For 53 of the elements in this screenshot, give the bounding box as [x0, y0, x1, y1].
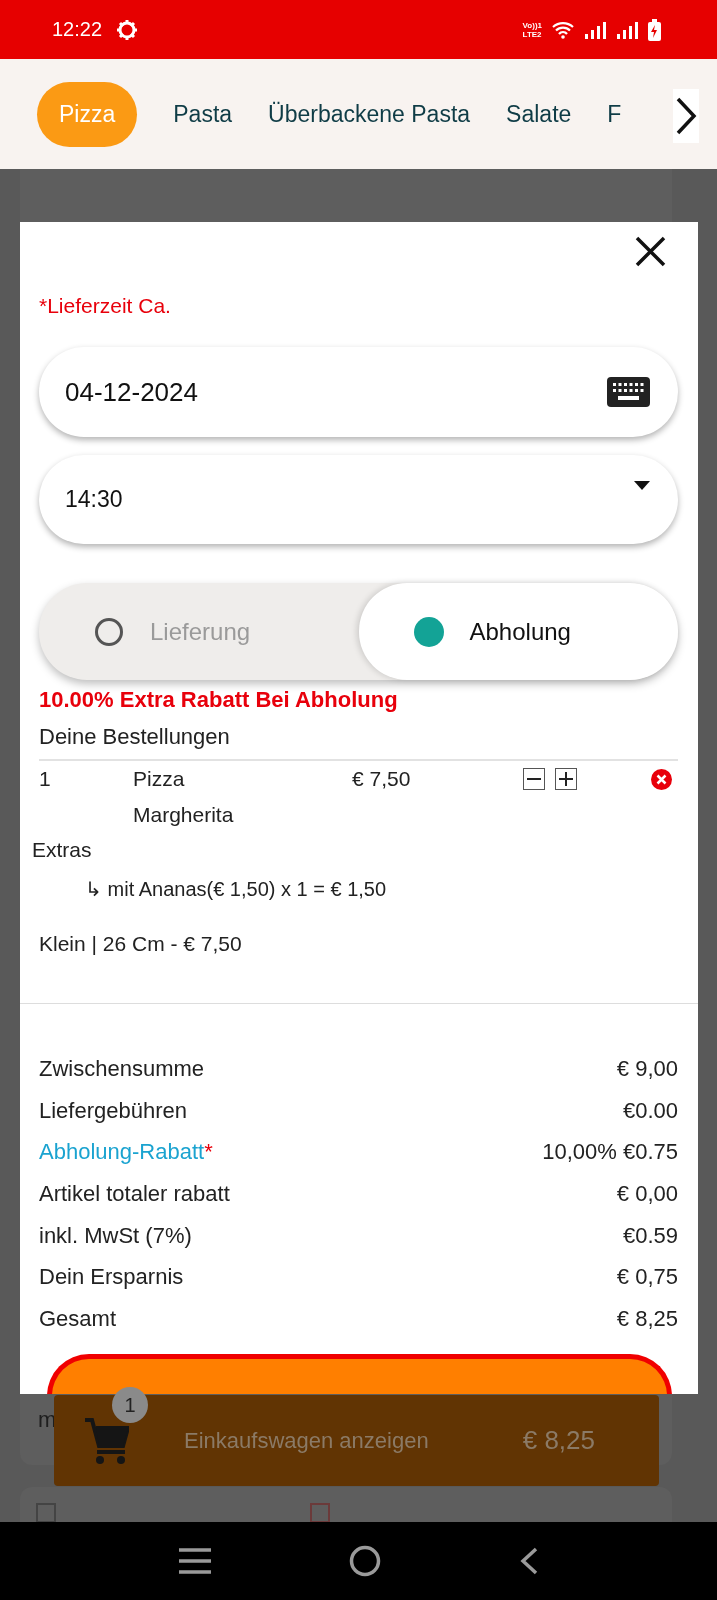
- close-icon[interactable]: [634, 235, 667, 268]
- total-value: € 0,00: [616, 1180, 678, 1207]
- item-name: Pizza Margherita: [133, 766, 235, 828]
- keyboard-icon[interactable]: [607, 377, 650, 407]
- plus-icon: [559, 772, 573, 786]
- quantity-text: 1: [39, 766, 52, 792]
- delivery-time-label: *Lieferzeit Ca.: [39, 293, 172, 319]
- asterisk: *: [204, 1139, 213, 1165]
- total-value: €0.59: [622, 1222, 678, 1249]
- date-field[interactable]: 04-12-2024: [39, 347, 678, 437]
- battery-charging-icon: [648, 18, 661, 41]
- category-tab[interactable]: Überbackene Pasta: [268, 81, 507, 147]
- order-type-option[interactable]: Abholung: [358, 583, 678, 680]
- total-label: Liefergebühren: [39, 1097, 187, 1124]
- total-label: Artikel totaler rabatt: [39, 1180, 230, 1207]
- minus-icon: [527, 778, 541, 780]
- extra-line: ↳ mit Ananas(€ 1,50) x 1 = € 1,50: [85, 877, 388, 902]
- volte-label: Vo))1 LTE2: [522, 20, 542, 39]
- category-tab[interactable]: F: [607, 81, 658, 147]
- status-time: 12:22: [52, 18, 103, 41]
- menu-icon[interactable]: [179, 1548, 212, 1574]
- total-value: € 8,25: [616, 1305, 678, 1332]
- total-label: inkl. MwSt (7%): [39, 1222, 192, 1249]
- total-label: Dein Ersparnis: [39, 1264, 184, 1291]
- total-value: 10,00% €0.75: [542, 1139, 678, 1166]
- promo-text: 10.00% Extra Rabatt Bei Abholung: [39, 686, 399, 714]
- total-label: Zwischensumme: [39, 1055, 205, 1082]
- time-select[interactable]: 14:30: [39, 455, 678, 544]
- category-tab[interactable]: Salate: [506, 81, 608, 147]
- total-value: €0.00: [622, 1097, 678, 1124]
- gear-icon: [116, 18, 139, 41]
- item-price: € 7,50: [352, 766, 412, 792]
- radio-icon: [413, 616, 444, 647]
- cart-icon: [85, 1416, 129, 1465]
- dropdown-caret-icon: [634, 481, 650, 490]
- total-value: € 0,75: [616, 1264, 678, 1291]
- total-label: Abholung-Rabatt: [39, 1139, 205, 1165]
- increase-button[interactable]: [555, 768, 577, 790]
- home-icon[interactable]: [349, 1545, 382, 1577]
- extras-label: Extras: [32, 837, 93, 863]
- signal-icon: [616, 20, 638, 39]
- size-text: Klein | 26 Cm - € 7,50: [39, 931, 243, 957]
- category-tab[interactable]: Pasta: [173, 81, 269, 147]
- remove-icon[interactable]: [651, 769, 672, 790]
- radio-icon: [94, 616, 124, 647]
- total-value: € 9,00: [616, 1055, 678, 1082]
- signal-icon: [584, 20, 606, 39]
- orders-heading: Deine Bestellungen: [39, 723, 231, 751]
- wifi-icon: [552, 20, 574, 39]
- back-icon[interactable]: [519, 1547, 538, 1575]
- decrease-button[interactable]: [523, 768, 545, 790]
- scroll-right-button[interactable]: [673, 89, 699, 143]
- total-label: Gesamt: [39, 1305, 117, 1332]
